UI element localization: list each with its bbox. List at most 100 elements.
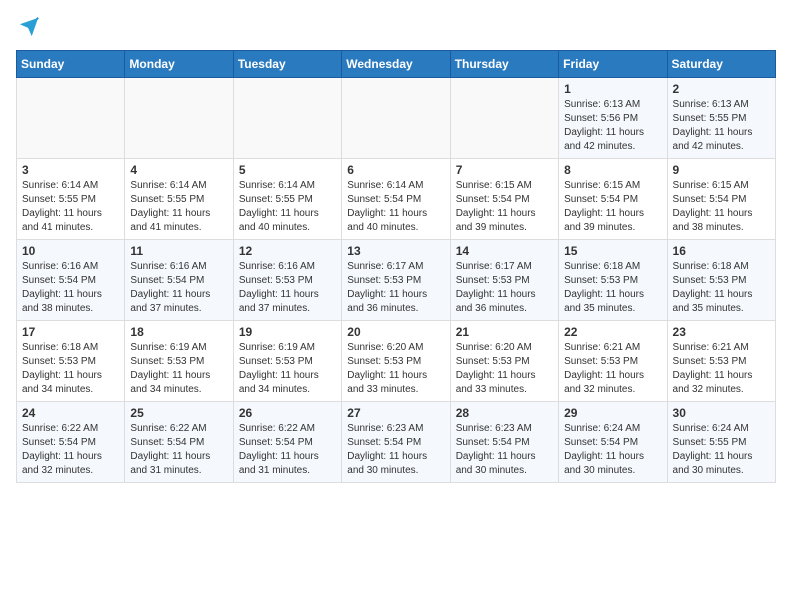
day-number: 27 [347, 406, 444, 420]
day-info: Sunrise: 6:24 AM Sunset: 5:54 PM Dayligh… [564, 422, 661, 478]
day-number: 21 [456, 325, 553, 339]
day-number: 17 [22, 325, 119, 339]
day-info: Sunrise: 6:16 AM Sunset: 5:54 PM Dayligh… [130, 260, 227, 316]
day-info: Sunrise: 6:13 AM Sunset: 5:55 PM Dayligh… [673, 98, 770, 154]
day-number: 15 [564, 244, 661, 258]
day-number: 8 [564, 163, 661, 177]
weekday-header: Tuesday [233, 51, 341, 78]
day-number: 18 [130, 325, 227, 339]
calendar-day-cell: 20 Sunrise: 6:20 AM Sunset: 5:53 PM Dayli… [342, 321, 450, 402]
calendar-day-cell: 22Sunrise: 6:21 AM Sunset: 5:53 PM Dayli… [559, 321, 667, 402]
day-number: 26 [239, 406, 336, 420]
calendar-day-cell [450, 78, 558, 159]
calendar-day-cell [342, 78, 450, 159]
calendar-day-cell: 6Sunrise: 6:14 AM Sunset: 5:54 PM Daylig… [342, 159, 450, 240]
calendar-day-cell: 30 Sunrise: 6:24 AM Sunset: 5:55 PM Dayli… [667, 402, 775, 483]
calendar-day-cell: 27 Sunrise: 6:23 AM Sunset: 5:54 PM Dayli… [342, 402, 450, 483]
day-info: Sunrise: 6:15 AM Sunset: 5:54 PM Dayligh… [673, 179, 770, 235]
calendar-day-cell: 9 Sunrise: 6:15 AM Sunset: 5:54 PM Daylig… [667, 159, 775, 240]
day-number: 30 [673, 406, 770, 420]
day-number: 28 [456, 406, 553, 420]
calendar-day-cell: 2 Sunrise: 6:13 AM Sunset: 5:55 PM Daylig… [667, 78, 775, 159]
day-info: Sunrise: 6:22 AM Sunset: 5:54 PM Dayligh… [130, 422, 227, 478]
day-number: 23 [673, 325, 770, 339]
day-number: 24 [22, 406, 119, 420]
day-info: Sunrise: 6:23 AM Sunset: 5:54 PM Dayligh… [456, 422, 553, 478]
day-info: Sunrise: 6:22 AM Sunset: 5:54 PM Dayligh… [239, 422, 336, 478]
calendar-day-cell: 26 Sunrise: 6:22 AM Sunset: 5:54 PM Dayli… [233, 402, 341, 483]
day-number: 7 [456, 163, 553, 177]
calendar-day-cell: 15 Sunrise: 6:18 AM Sunset: 5:53 PM Dayli… [559, 240, 667, 321]
calendar-day-cell: 16Sunrise: 6:18 AM Sunset: 5:53 PM Dayli… [667, 240, 775, 321]
calendar-day-cell [233, 78, 341, 159]
day-info: Sunrise: 6:21 AM Sunset: 5:53 PM Dayligh… [564, 341, 661, 397]
calendar-header-row: SundayMondayTuesdayWednesdayThursdayFrid… [17, 51, 776, 78]
day-number: 25 [130, 406, 227, 420]
day-info: Sunrise: 6:16 AM Sunset: 5:53 PM Dayligh… [239, 260, 336, 316]
calendar-day-cell: 3 Sunrise: 6:14 AM Sunset: 5:55 PM Daylig… [17, 159, 125, 240]
calendar-day-cell: 14 Sunrise: 6:17 AM Sunset: 5:53 PM Dayli… [450, 240, 558, 321]
day-number: 6 [347, 163, 444, 177]
calendar-day-cell: 5 Sunrise: 6:14 AM Sunset: 5:55 PM Daylig… [233, 159, 341, 240]
day-number: 4 [130, 163, 227, 177]
calendar-day-cell: 23 Sunrise: 6:21 AM Sunset: 5:53 PM Dayli… [667, 321, 775, 402]
day-info: Sunrise: 6:21 AM Sunset: 5:53 PM Dayligh… [673, 341, 770, 397]
day-info: Sunrise: 6:18 AM Sunset: 5:53 PM Dayligh… [22, 341, 119, 397]
day-number: 1 [564, 82, 661, 96]
calendar-day-cell: 29 Sunrise: 6:24 AM Sunset: 5:54 PM Dayli… [559, 402, 667, 483]
calendar-week-row: 24 Sunrise: 6:22 AM Sunset: 5:54 PM Dayli… [17, 402, 776, 483]
calendar-week-row: 3 Sunrise: 6:14 AM Sunset: 5:55 PM Daylig… [17, 159, 776, 240]
day-info: Sunrise: 6:14 AM Sunset: 5:55 PM Dayligh… [130, 179, 227, 235]
weekday-header: Saturday [667, 51, 775, 78]
calendar-day-cell: 11 Sunrise: 6:16 AM Sunset: 5:54 PM Dayli… [125, 240, 233, 321]
calendar-day-cell: 17 Sunrise: 6:18 AM Sunset: 5:53 PM Dayli… [17, 321, 125, 402]
calendar-day-cell: 19Sunrise: 6:19 AM Sunset: 5:53 PM Dayli… [233, 321, 341, 402]
day-info: Sunrise: 6:22 AM Sunset: 5:54 PM Dayligh… [22, 422, 119, 478]
day-number: 12 [239, 244, 336, 258]
calendar-day-cell: 7Sunrise: 6:15 AM Sunset: 5:54 PM Daylig… [450, 159, 558, 240]
weekday-header: Sunday [17, 51, 125, 78]
calendar-day-cell: 21 Sunrise: 6:20 AM Sunset: 5:53 PM Dayli… [450, 321, 558, 402]
day-info: Sunrise: 6:19 AM Sunset: 5:53 PM Dayligh… [130, 341, 227, 397]
weekday-header: Monday [125, 51, 233, 78]
weekday-header: Wednesday [342, 51, 450, 78]
calendar-day-cell [17, 78, 125, 159]
day-number: 16 [673, 244, 770, 258]
day-info: Sunrise: 6:14 AM Sunset: 5:55 PM Dayligh… [239, 179, 336, 235]
day-info: Sunrise: 6:14 AM Sunset: 5:55 PM Dayligh… [22, 179, 119, 235]
day-info: Sunrise: 6:23 AM Sunset: 5:54 PM Dayligh… [347, 422, 444, 478]
day-number: 5 [239, 163, 336, 177]
day-number: 3 [22, 163, 119, 177]
day-info: Sunrise: 6:24 AM Sunset: 5:55 PM Dayligh… [673, 422, 770, 478]
calendar-day-cell: 28 Sunrise: 6:23 AM Sunset: 5:54 PM Dayli… [450, 402, 558, 483]
day-number: 11 [130, 244, 227, 258]
day-info: Sunrise: 6:20 AM Sunset: 5:53 PM Dayligh… [347, 341, 444, 397]
day-number: 20 [347, 325, 444, 339]
logo [16, 16, 40, 38]
day-number: 29 [564, 406, 661, 420]
day-info: Sunrise: 6:17 AM Sunset: 5:53 PM Dayligh… [456, 260, 553, 316]
calendar-day-cell: 10Sunrise: 6:16 AM Sunset: 5:54 PM Dayli… [17, 240, 125, 321]
day-info: Sunrise: 6:15 AM Sunset: 5:54 PM Dayligh… [564, 179, 661, 235]
calendar-day-cell: 24 Sunrise: 6:22 AM Sunset: 5:54 PM Dayli… [17, 402, 125, 483]
day-number: 13 [347, 244, 444, 258]
calendar-day-cell: 8 Sunrise: 6:15 AM Sunset: 5:54 PM Daylig… [559, 159, 667, 240]
calendar-day-cell: 13Sunrise: 6:17 AM Sunset: 5:53 PM Dayli… [342, 240, 450, 321]
day-info: Sunrise: 6:20 AM Sunset: 5:53 PM Dayligh… [456, 341, 553, 397]
weekday-header: Thursday [450, 51, 558, 78]
calendar-day-cell: 18 Sunrise: 6:19 AM Sunset: 5:53 PM Dayli… [125, 321, 233, 402]
logo-bird-icon [18, 16, 40, 38]
calendar-day-cell [125, 78, 233, 159]
calendar-day-cell: 4 Sunrise: 6:14 AM Sunset: 5:55 PM Daylig… [125, 159, 233, 240]
calendar-week-row: 17 Sunrise: 6:18 AM Sunset: 5:53 PM Dayli… [17, 321, 776, 402]
day-number: 9 [673, 163, 770, 177]
calendar-day-cell: 1Sunrise: 6:13 AM Sunset: 5:56 PM Daylig… [559, 78, 667, 159]
day-info: Sunrise: 6:19 AM Sunset: 5:53 PM Dayligh… [239, 341, 336, 397]
calendar-week-row: 1Sunrise: 6:13 AM Sunset: 5:56 PM Daylig… [17, 78, 776, 159]
day-info: Sunrise: 6:18 AM Sunset: 5:53 PM Dayligh… [564, 260, 661, 316]
day-number: 14 [456, 244, 553, 258]
day-number: 2 [673, 82, 770, 96]
calendar-day-cell: 25 Sunrise: 6:22 AM Sunset: 5:54 PM Dayli… [125, 402, 233, 483]
weekday-header: Friday [559, 51, 667, 78]
day-info: Sunrise: 6:16 AM Sunset: 5:54 PM Dayligh… [22, 260, 119, 316]
